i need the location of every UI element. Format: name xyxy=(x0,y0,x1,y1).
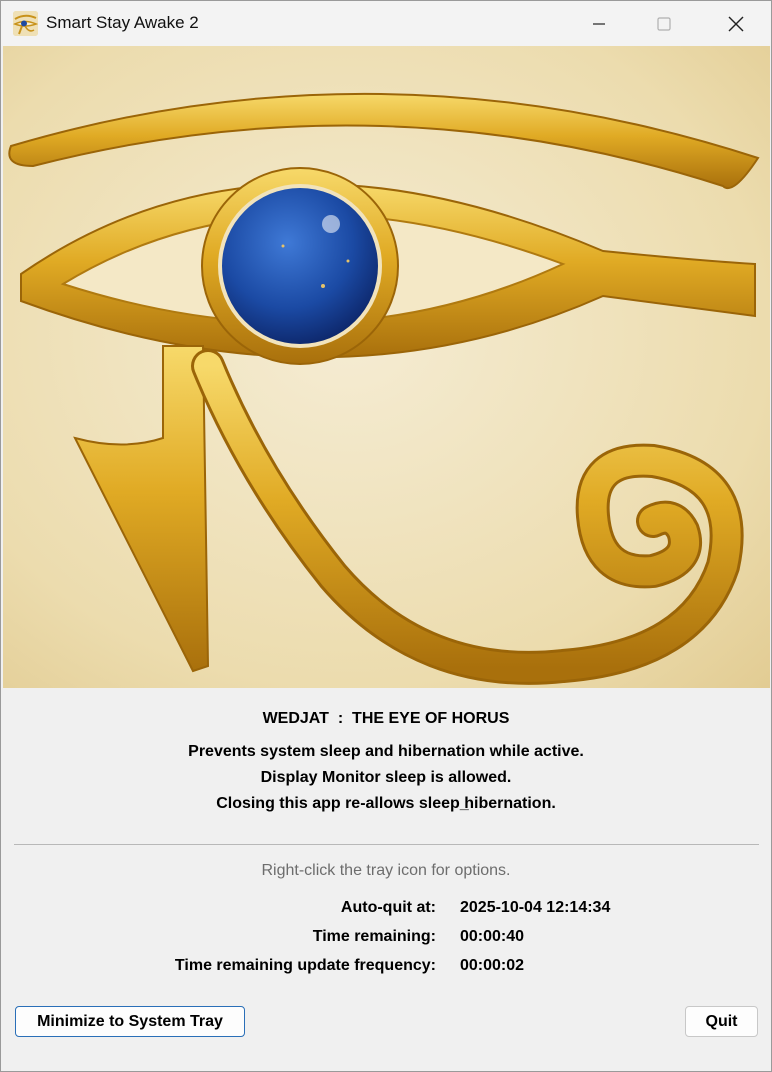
divider xyxy=(14,844,759,845)
close-icon xyxy=(728,16,744,31)
description-line-1: Prevents system sleep and hibernation wh… xyxy=(188,743,584,760)
maximize-button[interactable] xyxy=(629,1,699,46)
auto-quit-label: Auto-quit at: xyxy=(340,899,436,916)
update-frequency-label: Time remaining update frequency: xyxy=(174,957,436,974)
window-title: Smart Stay Awake 2 xyxy=(46,13,199,32)
update-frequency-value: 00:00:02 xyxy=(460,957,525,974)
content-area: WEDJAT : THE EYE OF HORUS Prevents syste… xyxy=(1,688,771,1071)
eye-of-horus-illustration xyxy=(3,46,770,688)
quit-button[interactable]: Quit xyxy=(685,1006,758,1037)
title-bar[interactable]: Smart Stay Awake 2 xyxy=(1,1,771,46)
maximize-icon xyxy=(657,16,671,31)
description-line-3: Closing this app re-allows sleep ̲hibern… xyxy=(216,795,556,812)
close-button[interactable] xyxy=(701,1,771,46)
app-window: Smart Stay Awake 2 WEDJAT: THE EYE OF H… xyxy=(0,0,772,1072)
auto-quit-value: 2025-10-04 12:14:34 xyxy=(460,899,611,916)
minimize-to-tray-button[interactable]: Minimize to System Tray xyxy=(15,1006,245,1037)
eye-of-horus-icon xyxy=(13,11,38,36)
minimize-icon xyxy=(593,22,605,25)
app-heading: WEDJAT : THE EYE OF HORUS xyxy=(262,710,510,727)
minimize-button[interactable] xyxy=(564,1,634,46)
time-remaining-value: 00:00:40 xyxy=(460,928,525,945)
tray-hint: Right-click the tray icon for options. xyxy=(261,862,511,879)
time-remaining-label: Time remaining: xyxy=(312,928,436,945)
description-line-2: Display Monitor sleep is allowed. xyxy=(260,769,512,786)
